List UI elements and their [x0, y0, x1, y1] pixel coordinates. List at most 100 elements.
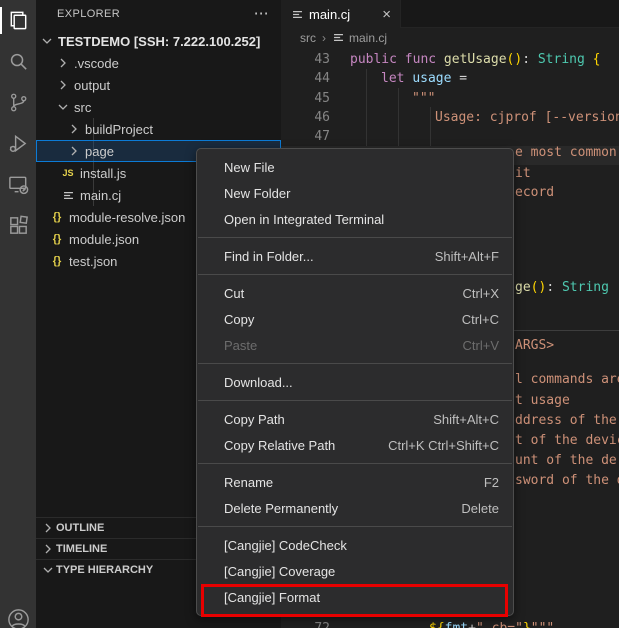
menu-item-copy[interactable]: CopyCtrl+C [197, 306, 513, 332]
breadcrumb-separator: › [322, 31, 326, 45]
menu-item-label: Paste [224, 338, 257, 353]
code-fragment: ge(): String [515, 278, 609, 297]
selection-highlight-rule [514, 330, 619, 331]
tree-item-src[interactable]: src [36, 96, 281, 118]
menu-shortcut: Shift+Alt+C [433, 412, 499, 427]
menu-item-label: [Cangjie] Coverage [224, 564, 335, 579]
chevron-down-icon [55, 99, 71, 115]
menu-item-label: Find in Folder... [224, 249, 314, 264]
code-fragment: t usage [515, 391, 570, 410]
menu-item-paste: Paste Ctrl+V [197, 332, 513, 358]
more-actions-button[interactable]: ⋯ [254, 9, 269, 19]
activity-explorer[interactable] [0, 0, 36, 41]
menu-item-download[interactable]: Download... [197, 369, 513, 395]
indent-guide [366, 69, 367, 146]
menu-item-cangjie-codecheck[interactable]: [Cangjie] CodeCheck [197, 532, 513, 558]
chevron-right-icon [66, 121, 82, 137]
js-file-icon: JS [59, 165, 77, 181]
tree-item-label: TESTDEMO [SSH: 7.222.100.252] [58, 34, 260, 49]
indent-guide [430, 107, 431, 146]
code-line: let usage = [381, 69, 467, 88]
menu-item-label: New File [224, 160, 275, 175]
tab-label: main.cj [309, 7, 350, 22]
menu-item-cut[interactable]: CutCtrl+X [197, 280, 513, 306]
panel-label: OUTLINE [56, 522, 104, 534]
cj-file-icon [59, 187, 77, 203]
activity-search[interactable] [0, 41, 36, 82]
tree-item-output[interactable]: output [36, 74, 281, 96]
activity-account[interactable] [0, 599, 36, 628]
menu-item-find-in-folder[interactable]: Find in Folder...Shift+Alt+F [197, 243, 513, 269]
menu-separator [198, 274, 512, 275]
menu-item-label: [Cangjie] CodeCheck [224, 538, 347, 553]
chevron-right-icon [55, 55, 71, 71]
context-menu: New File New FolderOpen in Integrated Ter… [196, 148, 514, 616]
tree-item-label: main.cj [80, 188, 121, 203]
tree-item-testdemo-ssh-7-222-100-252[interactable]: TESTDEMO [SSH: 7.222.100.252] [36, 30, 281, 52]
code-fragment: unt of the de [515, 451, 617, 470]
activity-run-debug[interactable] [0, 123, 36, 164]
chevron-right-icon [55, 77, 71, 93]
menu-item-label: Copy Path [224, 412, 285, 427]
breadcrumb-item-src[interactable]: src [300, 31, 316, 45]
menu-item-copy-relative-path[interactable]: Copy Relative PathCtrl+K Ctrl+Shift+C [197, 432, 513, 458]
menu-item-label: Rename [224, 475, 273, 490]
menu-item-new-file[interactable]: New File [197, 154, 513, 180]
menu-shortcut: Ctrl+K Ctrl+Shift+C [388, 438, 499, 453]
tree-item-label: test.json [69, 254, 117, 269]
code-fragment: ddress of the [515, 411, 617, 430]
json-file-icon: {} [48, 209, 66, 225]
close-icon[interactable]: × [382, 6, 391, 23]
code-line: ${fmt+" cb="}""" [429, 619, 554, 628]
chevron-right-icon [40, 541, 56, 557]
menu-item-copy-path[interactable]: Copy Path Shift+Alt+C [197, 406, 513, 432]
search-icon [7, 50, 30, 73]
vscode-window: 43public func getUsage(): String {44let … [0, 0, 619, 628]
line-number: 43 [281, 50, 330, 69]
line-number: 45 [281, 89, 330, 108]
menu-shortcut: Ctrl+V [463, 338, 499, 353]
json-file-icon: {} [48, 253, 66, 269]
activity-source-control[interactable] [0, 82, 36, 123]
activity-extensions[interactable] [0, 205, 36, 246]
tree-item-buildproject[interactable]: buildProject [36, 118, 281, 140]
menu-shortcut: Delete [461, 501, 499, 516]
breadcrumb: src › main.cj [281, 28, 619, 47]
json-file-icon: {} [48, 231, 66, 247]
menu-item-delete-permanently[interactable]: Delete PermanentlyDelete [197, 495, 513, 521]
menu-separator [198, 363, 512, 364]
activity-remote-explorer[interactable] [0, 164, 36, 205]
line-number: 72 [281, 619, 330, 628]
tree-item-label: module-resolve.json [69, 210, 185, 225]
tree-item-label: .vscode [74, 56, 119, 71]
breadcrumb-item-main-cj[interactable]: main.cj [349, 31, 387, 45]
chevron-right-icon [40, 520, 56, 536]
menu-item-rename[interactable]: RenameF2 [197, 469, 513, 495]
tree-item-label: src [74, 100, 91, 115]
code-fragment: e most common [515, 143, 617, 162]
menu-item-cangjie-coverage[interactable]: [Cangjie] Coverage [197, 558, 513, 584]
sidebar-header: EXPLORER ⋯ [36, 0, 281, 27]
sidebar-title: EXPLORER [57, 8, 120, 20]
tree-item-label: module.json [69, 232, 139, 247]
line-number: 46 [281, 108, 330, 127]
tab-bar: main.cj × [281, 0, 619, 28]
tab-main-cj[interactable]: main.cj × [281, 0, 401, 28]
run-debug-icon [7, 132, 30, 155]
menu-item-open-in-integrated-terminal[interactable]: Open in Integrated Terminal [197, 206, 513, 232]
tree-item-label: output [74, 78, 110, 93]
tree-item-vscode[interactable]: .vscode [36, 52, 281, 74]
remote-explorer-icon [7, 173, 30, 196]
menu-shortcut: Ctrl+X [463, 286, 499, 301]
menu-item-new-folder[interactable]: New Folder [197, 180, 513, 206]
cj-file-icon [332, 31, 345, 44]
panel-label: TYPE HIERARCHY [56, 564, 153, 576]
annotation-box [201, 584, 508, 617]
line-number: 44 [281, 69, 330, 88]
line-number: 47 [281, 127, 330, 146]
menu-shortcut: Ctrl+C [462, 312, 499, 327]
chevron-right-icon [66, 143, 82, 159]
menu-separator [198, 400, 512, 401]
code-fragment: l commands are [515, 370, 619, 389]
menu-separator [198, 237, 512, 238]
